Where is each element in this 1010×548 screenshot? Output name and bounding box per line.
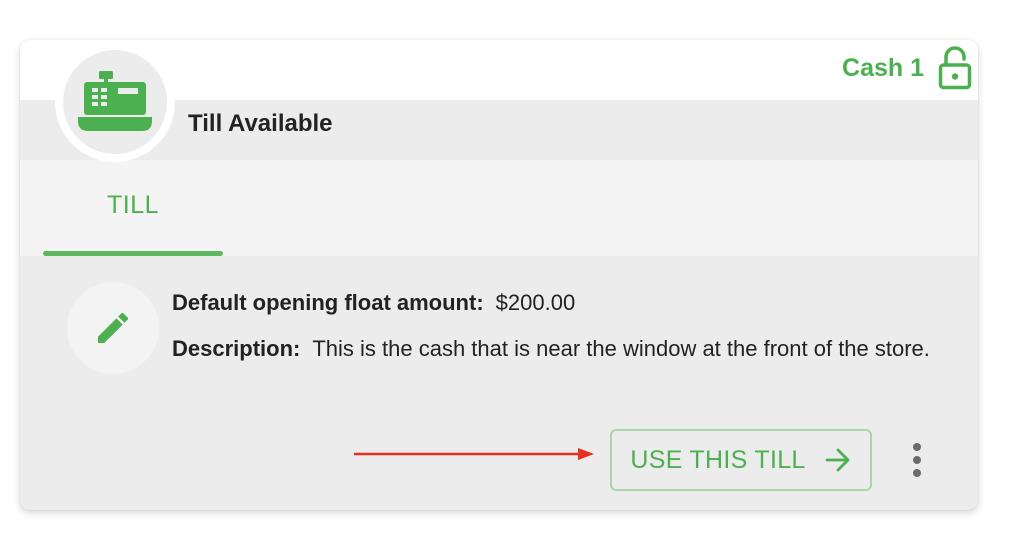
description-label: Description:: [172, 336, 301, 361]
edit-till-button[interactable]: [67, 282, 159, 374]
annotation-arrow-icon: [354, 448, 594, 460]
float-row: Default opening float amount: $200.00: [172, 286, 942, 320]
float-value: $200.00: [495, 290, 576, 315]
pencil-icon: [98, 312, 129, 343]
float-label: Default opening float amount:: [172, 290, 484, 315]
till-status-label: Till Available: [188, 110, 333, 137]
description-row: Description: This is the cash that is ne…: [172, 332, 942, 366]
cash-register-icon: [78, 71, 152, 131]
till-avatar: [55, 42, 175, 162]
use-this-till-label: USE THIS TILL: [630, 445, 806, 474]
active-tab-indicator: [43, 251, 223, 256]
use-this-till-button[interactable]: USE THIS TILL: [610, 429, 872, 491]
arrow-right-icon: [825, 448, 850, 472]
tab-till[interactable]: TILL: [43, 160, 223, 256]
tab-till-label: TILL: [106, 190, 160, 219]
lock-open-icon[interactable]: [938, 46, 972, 90]
more-options-button[interactable]: [913, 440, 921, 480]
description-value: This is the cash that is near the window…: [312, 336, 930, 361]
more-vertical-icon: [913, 443, 921, 451]
till-name-lock-toggle[interactable]: Cash 1: [842, 46, 972, 90]
till-name: Cash 1: [842, 53, 924, 82]
till-card: Till Available Cash 1 TILL Default openi…: [20, 40, 978, 510]
till-details: Default opening float amount: $200.00 De…: [172, 286, 942, 366]
